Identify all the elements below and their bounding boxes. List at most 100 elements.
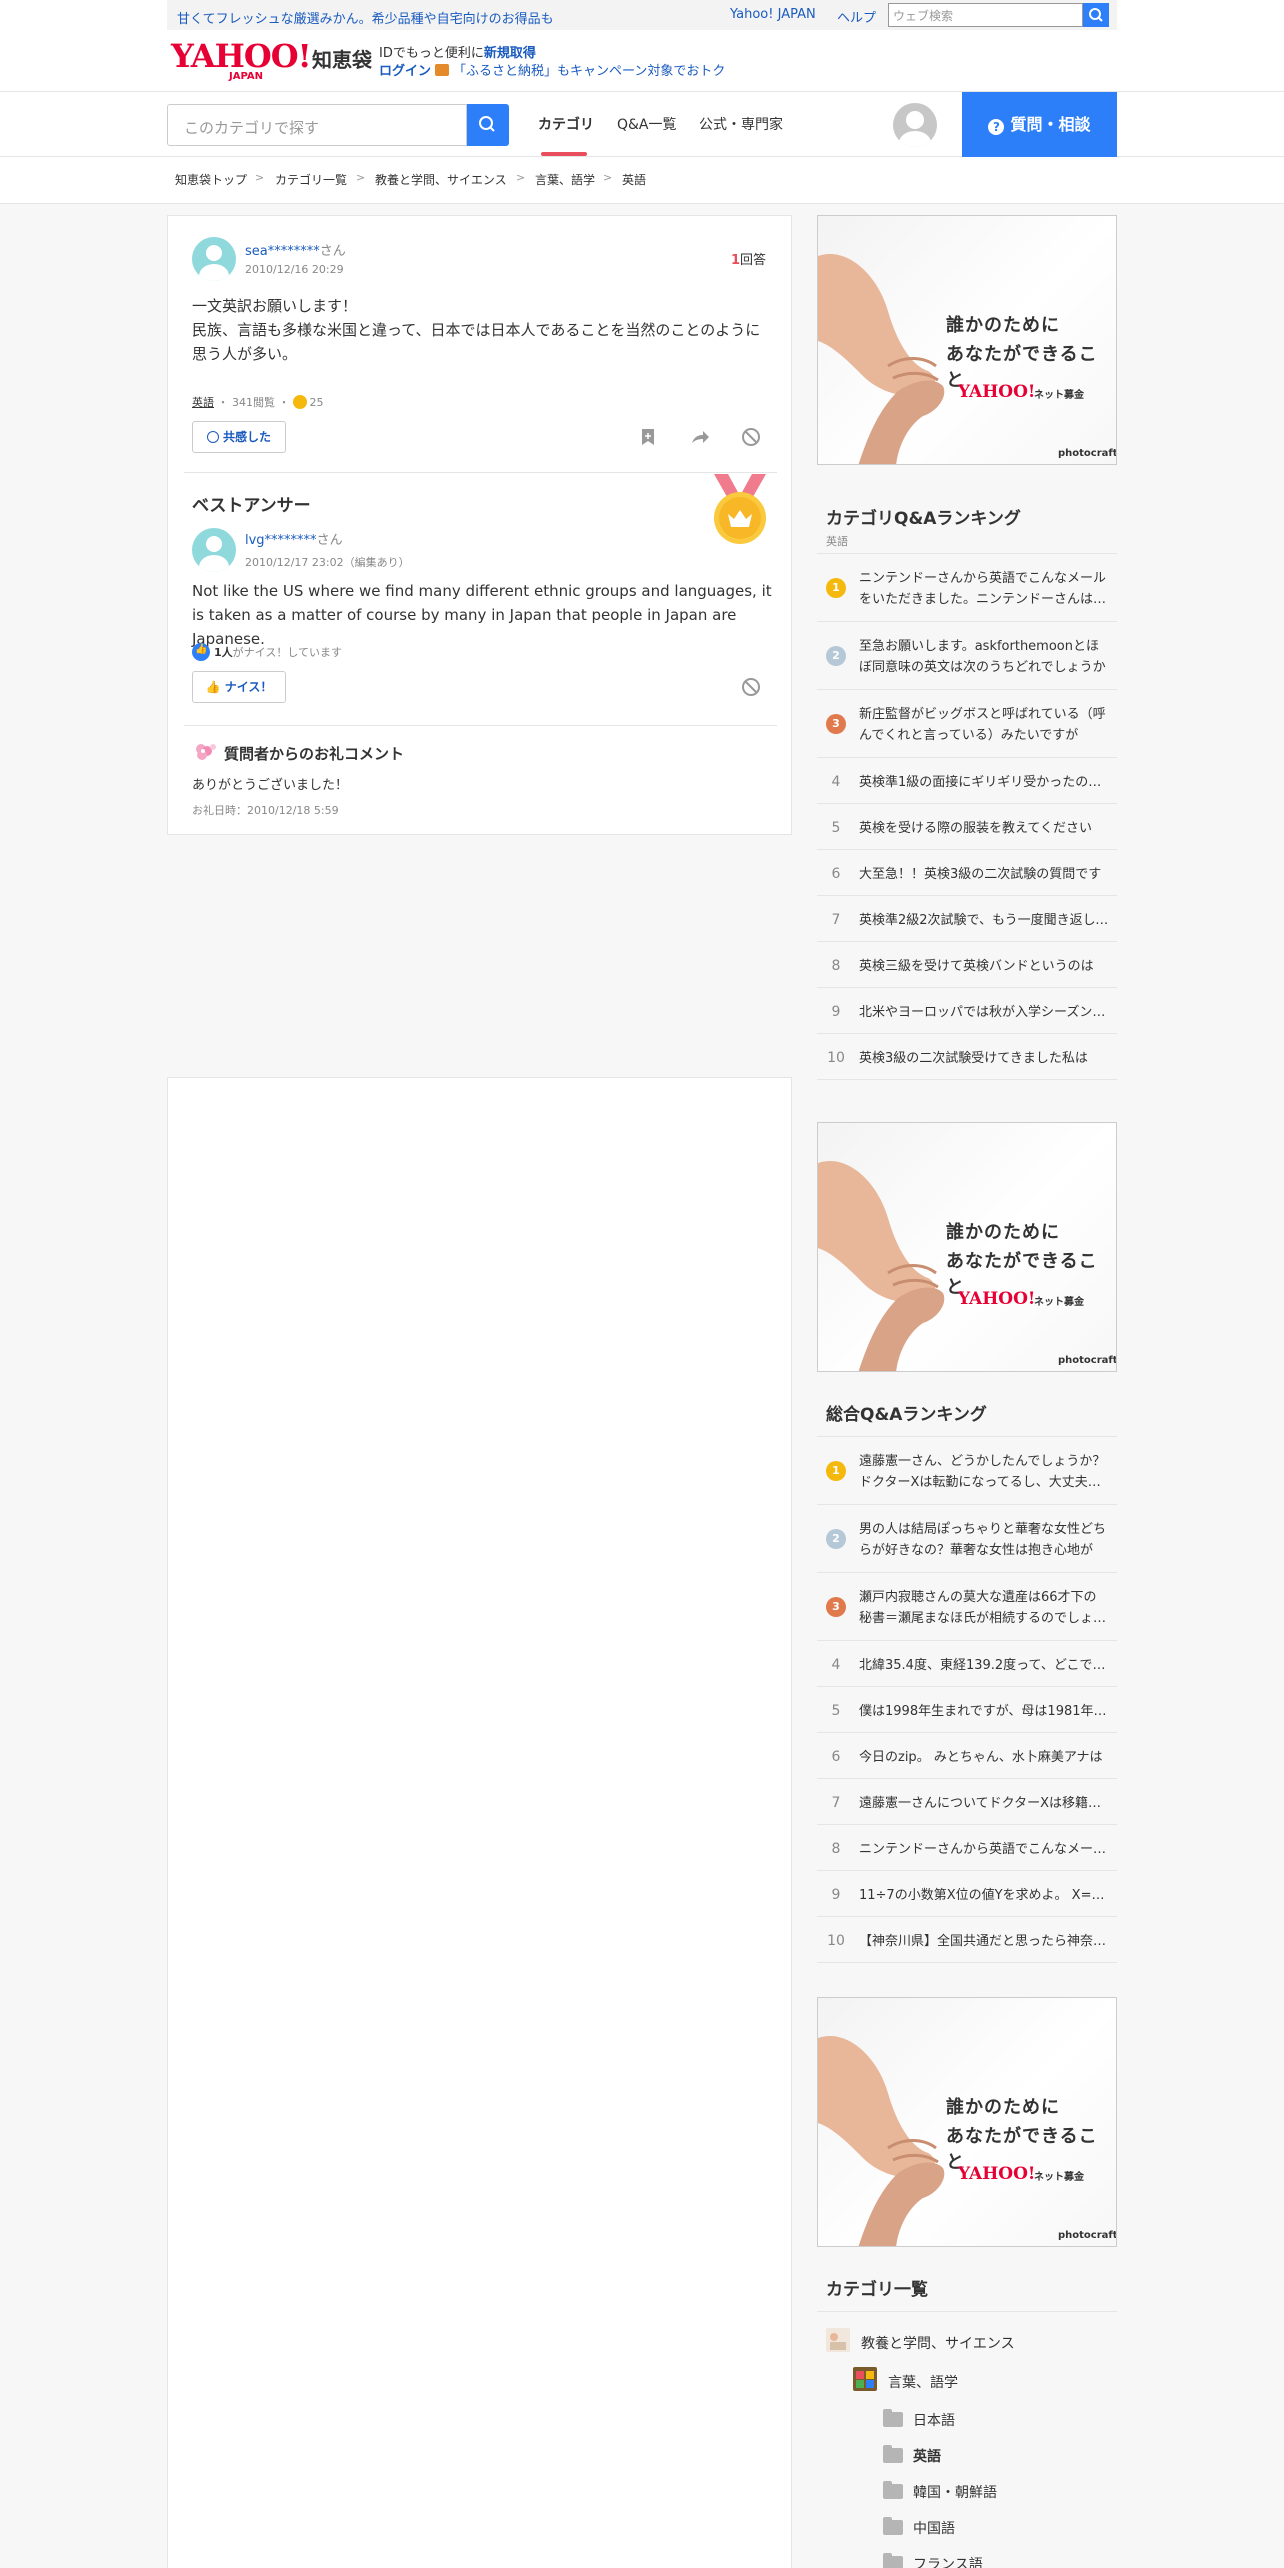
- search-icon: [479, 116, 495, 132]
- answerer-name[interactable]: lvg********さん: [245, 529, 343, 548]
- category-item[interactable]: 言葉、語学: [888, 2372, 958, 2392]
- ranking-item[interactable]: 3 瀬戸内寂聴さんの莫大な遺産は66才下の秘書＝瀬尾まなほ氏が相続するのでしょうか: [817, 1573, 1117, 1641]
- flower-icon: [196, 744, 216, 760]
- tab-qa-list[interactable]: Q&A一覧: [617, 114, 677, 134]
- ranking-item[interactable]: 4 北緯35.4度、東経139.2度って、どこですか: [817, 1641, 1117, 1687]
- questioner-avatar[interactable]: [192, 237, 236, 281]
- nice-button[interactable]: 👍 ナイス！: [192, 671, 286, 703]
- ranking-item-text: 北米やヨーロッパでは秋が入学シーズンですが: [859, 1005, 1109, 1020]
- thanks-comment-title: 質問者からのお礼コメント: [224, 745, 405, 763]
- ranking-item[interactable]: 2 男の人は結局ぽっちゃりと華奢な女性どちらが好きなの？華奢な女性は抱き心地が: [817, 1505, 1117, 1573]
- ranking-item[interactable]: 9 北米やヨーロッパでは秋が入学シーズンですが: [817, 988, 1117, 1034]
- login-link[interactable]: ログイン: [379, 64, 431, 79]
- rank-number: 5: [831, 820, 841, 836]
- bookmark-icon[interactable]: [637, 426, 659, 448]
- thanks-comment-text: ありがとうございました！: [192, 778, 349, 793]
- yahoo-japan-link[interactable]: Yahoo! JAPAN: [730, 7, 816, 22]
- yahoo-logo[interactable]: YAHOO!: [171, 40, 312, 72]
- ad-yahoo-logo: YAHOO!: [958, 382, 1036, 402]
- category-item-current[interactable]: 英語: [913, 2446, 941, 2466]
- rank-number: 3: [826, 1597, 846, 1617]
- register-link[interactable]: 新規取得: [484, 46, 536, 61]
- category-item[interactable]: 教養と学問、サイエンス: [861, 2333, 1015, 2353]
- ranking-item[interactable]: 5 英検を受ける際の服装を教えてください: [817, 804, 1117, 850]
- ranking-item-text: 至急お願いします。askforthemoonとほぼ同意味の英文は次のうちどれでし…: [859, 639, 1106, 675]
- web-search-button[interactable]: [1083, 3, 1109, 27]
- category-ranking-list: 1 ニンテンドーさんから英語でこんなメールをいただきました。ニンテンドーさんは何と…: [817, 553, 1117, 1080]
- rank-number: 10: [827, 1933, 845, 1949]
- user-avatar[interactable]: [893, 103, 937, 147]
- ranking-item-text: 【神奈川県】全国共通だと思ったら神奈川だけでした: [859, 1934, 1109, 1949]
- ranking-item[interactable]: 10 英検3級の二次試験受けてきました私は: [817, 1034, 1117, 1080]
- ranking-item-text: 大至急！！英検3級の二次試験の質問です: [859, 867, 1102, 882]
- category-search-input[interactable]: このカテゴリで探す: [167, 104, 467, 146]
- block-icon[interactable]: [740, 676, 762, 698]
- nice-count-suffix: がナイス！しています: [232, 646, 342, 659]
- ranking-item[interactable]: 10 【神奈川県】全国共通だと思ったら神奈川だけでした: [817, 1917, 1117, 1963]
- tab-category[interactable]: カテゴリ: [538, 114, 594, 134]
- folder-icon: [883, 2481, 903, 2499]
- rank-number: 4: [831, 1657, 841, 1673]
- ranking-item[interactable]: 1 遠藤憲一さん、どうかしたんでしょうか？ドクターXは転勤になってるし、大丈夫でし…: [817, 1437, 1117, 1505]
- answer-count: 1回答: [731, 249, 766, 268]
- ranking-item-text: 英検を受ける際の服装を教えてください: [859, 821, 1092, 836]
- ranking-item[interactable]: 3 新庄監督がビッグボスと呼ばれている（呼んでくれと言っている）みたいですが: [817, 690, 1117, 758]
- share-icon[interactable]: [689, 426, 711, 448]
- ranking-item[interactable]: 6 今日のzip。 みとちゃん、水卜麻美アナは: [817, 1733, 1117, 1779]
- question-card: sea********さん 2010/12/16 20:29 1回答 一文英訳お…: [167, 215, 792, 835]
- ranking-item[interactable]: 8 英検三級を受けて英検バンドというのは: [817, 942, 1117, 988]
- category-item[interactable]: 日本語: [913, 2410, 955, 2430]
- rank-number: 7: [831, 1795, 841, 1811]
- category-item[interactable]: フランス語: [913, 2554, 983, 2568]
- category-ranking-subtitle: 英語: [826, 535, 848, 548]
- ranking-item[interactable]: 6 大至急！！英検3級の二次試験の質問です: [817, 850, 1117, 896]
- thanks-comment-date: お礼日時：2010/12/18 5:59: [192, 804, 339, 817]
- logo-header: YAHOO! JAPAN 知恵袋 IDでもっと便利に新規取得 ログイン 「ふるさと…: [0, 30, 1284, 92]
- sidebar-ad[interactable]: 誰かのために あなたができること YAHOO! ネット募金 photocraft…: [817, 1122, 1117, 1372]
- coin-icon: [292, 395, 307, 409]
- category-item[interactable]: 韓国・朝鮮語: [913, 2482, 997, 2502]
- question-text: 一文英訳お願いします！ 民族、言語も多様な米国と違って、日本では日本人であること…: [192, 294, 772, 366]
- breadcrumb-item[interactable]: 知恵袋トップ: [175, 171, 247, 188]
- help-link[interactable]: ヘルプ: [837, 7, 876, 26]
- ranking-item[interactable]: 7 英検準2級2次試験で、もう一度聞き返しても: [817, 896, 1117, 942]
- ranking-item[interactable]: 5 僕は1998年生まれですが、母は1981年生まれです: [817, 1687, 1117, 1733]
- breadcrumb-item[interactable]: 言葉、語学: [535, 171, 595, 188]
- sidebar-ad[interactable]: 誰かのために あなたができること YAHOO! ネット募金 photocraft…: [817, 215, 1117, 465]
- ranking-item[interactable]: 9 11÷7の小数第X位の値Yを求めよ。 X=100のとき: [817, 1871, 1117, 1917]
- ranking-item-text: ニンテンドーさんから英語でこんなメールをいただきました。ニンテンドーさんは何と言…: [859, 571, 1107, 607]
- ranking-item[interactable]: 2 至急お願いします。askforthemoonとほぼ同意味の英文は次のうちどれで…: [817, 622, 1117, 690]
- ranking-item-text: 瀬戸内寂聴さんの莫大な遺産は66才下の秘書＝瀬尾まなほ氏が相続するのでしょうか: [859, 1590, 1107, 1626]
- breadcrumb-item[interactable]: カテゴリ一覧: [275, 171, 347, 188]
- category-search-button[interactable]: [467, 104, 509, 146]
- breadcrumb-item[interactable]: 教養と学問、サイエンス: [375, 171, 507, 188]
- block-icon[interactable]: [740, 426, 762, 448]
- category-tag[interactable]: 英語: [192, 396, 214, 409]
- ranking-item[interactable]: 1 ニンテンドーさんから英語でこんなメールをいただきました。ニンテンドーさんは何と…: [817, 554, 1117, 622]
- cart-icon: [435, 64, 450, 76]
- ranking-item[interactable]: 8 ニンテンドーさんから英語でこんなメールを: [817, 1825, 1117, 1871]
- thumbs-up-icon: [192, 643, 210, 661]
- questioner-id: sea********: [245, 244, 320, 259]
- breadcrumb-chevron-icon: >: [255, 171, 265, 184]
- tab-official[interactable]: 公式・専門家: [699, 114, 783, 134]
- furusato-link[interactable]: 「ふるさと納税」もキャンペーン対象でおトク: [453, 64, 725, 79]
- folder-icon: [883, 2517, 903, 2535]
- breadcrumb-chevron-icon: >: [516, 171, 526, 184]
- category-ranking-title: カテゴリQ&Aランキング: [826, 509, 1021, 529]
- ranking-item[interactable]: 7 遠藤憲一さんについてドクターXは移籍したのでしょうか: [817, 1779, 1117, 1825]
- breadcrumb-current: 英語: [622, 173, 647, 187]
- ranking-item[interactable]: 4 英検準1級の面接にギリギリ受かったのですが: [817, 758, 1117, 804]
- answerer-avatar[interactable]: [192, 528, 236, 572]
- category-list-title: カテゴリ一覧: [826, 2280, 928, 2300]
- web-search-input[interactable]: ウェブ検索: [888, 3, 1083, 27]
- promo-link[interactable]: 甘くてフレッシュな厳選みかん。希少品種や自宅向けのお得品も: [177, 8, 554, 27]
- empty-content-card: [167, 1077, 792, 2568]
- questioner-name[interactable]: sea********さん: [245, 240, 346, 259]
- hands-illustration-icon: [818, 1161, 945, 1371]
- sidebar-ad[interactable]: 誰かのために あなたができること YAHOO! ネット募金 photocraft…: [817, 1997, 1117, 2247]
- category-item[interactable]: 中国語: [913, 2518, 955, 2538]
- ask-question-button[interactable]: ? 質問・相談: [962, 92, 1117, 157]
- service-name[interactable]: 知恵袋: [312, 44, 372, 73]
- empathy-button[interactable]: 共感した: [192, 421, 286, 453]
